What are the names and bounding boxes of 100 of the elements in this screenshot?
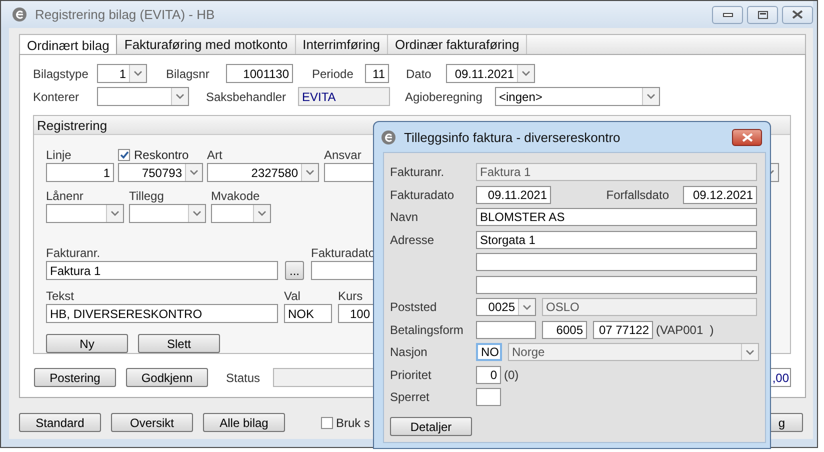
maximize-button[interactable] (747, 6, 778, 24)
footer-button[interactable]: Oversikt (111, 413, 193, 432)
input-field[interactable]: 100 (338, 304, 374, 323)
action-button[interactable]: Ny (46, 334, 128, 353)
action-button[interactable]: Slett (138, 334, 220, 353)
browse-button[interactable]: ... (285, 261, 304, 280)
close-icon (742, 132, 752, 142)
input-field[interactable]: 1001130 (226, 64, 293, 83)
field-label: Status (226, 370, 262, 384)
input-field[interactable] (476, 276, 757, 294)
chevron-icon (193, 211, 201, 216)
chevron-icon (134, 71, 142, 76)
chevron-icon (306, 170, 314, 175)
field-label: Agioberegning (405, 90, 484, 104)
field-label: Fakturadato (311, 247, 376, 260)
minimize-button[interactable] (712, 6, 743, 24)
window-title: Registrering bilag (EVITA) - HB (35, 7, 215, 22)
input-field[interactable] (476, 253, 757, 271)
chevron-icon (746, 350, 754, 354)
field-label: Mvakode (211, 190, 260, 203)
dropdown-field[interactable]: 0025 (476, 298, 536, 316)
field-label: Val (284, 290, 300, 303)
dropdown-field[interactable]: 750793 (118, 163, 203, 182)
dropdown-field[interactable] (129, 204, 206, 223)
close-button[interactable] (782, 6, 813, 24)
checkbox-label: Bruk s (336, 416, 370, 430)
input-field[interactable] (476, 320, 536, 338)
field-label: Kurs (338, 290, 363, 303)
field-label: Tillegg (129, 190, 164, 203)
field-label: Dato (406, 66, 432, 80)
field-label: Nasjon (390, 345, 428, 359)
footer-button[interactable]: Alle bilag (203, 413, 285, 432)
dropdown-field[interactable] (211, 204, 271, 223)
field-label: Forfallsdato (606, 188, 669, 202)
chevron-icon (190, 170, 198, 175)
readonly-field: EVITA (298, 87, 390, 106)
readonly-field: OSLO (542, 298, 757, 316)
chevron-icon (522, 71, 530, 76)
action-button[interactable]: Postering (34, 368, 116, 387)
dropdown-field[interactable] (97, 87, 189, 106)
input-field[interactable] (476, 388, 501, 406)
chevron-icon (647, 94, 655, 99)
input-field[interactable]: 09.11.2021 (476, 186, 551, 204)
field-label: Betalingsform (390, 322, 464, 336)
app-icon (381, 130, 396, 144)
field-label: Adresse (390, 232, 434, 246)
field-label: Bilagsnr (166, 66, 210, 80)
minimize-icon (722, 12, 732, 16)
field-label: Poststed (390, 300, 437, 314)
field-label: Fakturanr. (46, 247, 100, 260)
input-field[interactable]: 09.12.2021 (683, 186, 757, 204)
tab[interactable]: Ordinært bilag (20, 35, 118, 55)
input-field[interactable]: 07 77122 (593, 320, 653, 338)
field-note: (0) (504, 368, 519, 382)
maximize-icon (758, 10, 768, 18)
input-field[interactable]: 1 (46, 163, 114, 182)
chevron-icon (523, 304, 531, 310)
details-button[interactable]: Detaljer (390, 417, 472, 436)
field-label: Saksbehandler (206, 90, 288, 104)
input-field[interactable]: 11 (365, 64, 389, 83)
action-button[interactable]: Godkjenn (126, 368, 208, 387)
field-label: Ansvar (324, 149, 362, 162)
close-icon (792, 10, 803, 19)
checkbox-label: Reskontro (134, 149, 189, 162)
input-field[interactable]: BLOMSTER AS (476, 208, 757, 226)
dropdown-field[interactable]: 1 (97, 64, 147, 83)
input-field[interactable]: HB, DIVERSERESKONTRO (46, 304, 278, 323)
readonly-field: Faktura 1 (476, 163, 757, 181)
input-field[interactable]: Faktura 1 (46, 261, 278, 280)
field-label: Linje (46, 149, 72, 162)
close-button[interactable] (732, 128, 762, 146)
input-field[interactable]: NOK (284, 304, 332, 323)
chevron-icon (176, 94, 184, 99)
checkbox[interactable] (118, 149, 130, 161)
checkbox[interactable] (321, 416, 333, 428)
field-label: Sperret (390, 390, 430, 404)
input-field[interactable]: 6005 (542, 320, 587, 338)
field-label: Fakturadato (390, 188, 454, 202)
field-label: Fakturanr. (390, 165, 444, 179)
field-label: Navn (390, 210, 418, 224)
input-field[interactable]: NO (476, 343, 502, 361)
input-field[interactable]: Storgata 1 (476, 230, 757, 248)
field-label: Art (207, 149, 222, 162)
input-field[interactable]: 0 (476, 366, 501, 384)
field-label: Tekst (46, 290, 74, 303)
field-note: (VAP001 ) (656, 322, 714, 336)
dropdown-field[interactable]: <ingen> (495, 87, 660, 106)
dropdown-field[interactable]: 09.11.2021 (446, 64, 535, 83)
app-icon (12, 7, 27, 22)
field-label: Periode (312, 66, 354, 80)
chevron-icon (111, 211, 119, 216)
dropdown-field[interactable] (46, 204, 124, 223)
footer-button[interactable]: Standard (19, 413, 101, 432)
field-label: Konterer (33, 90, 80, 104)
dropdown-field[interactable]: Norge (508, 343, 759, 361)
field-label: Lånenr (46, 190, 84, 203)
chevron-icon (258, 211, 266, 216)
dropdown-field[interactable]: 2327580 (207, 163, 319, 182)
field-label: Bilagstype (33, 66, 90, 80)
field-label: Prioritet (390, 368, 432, 382)
